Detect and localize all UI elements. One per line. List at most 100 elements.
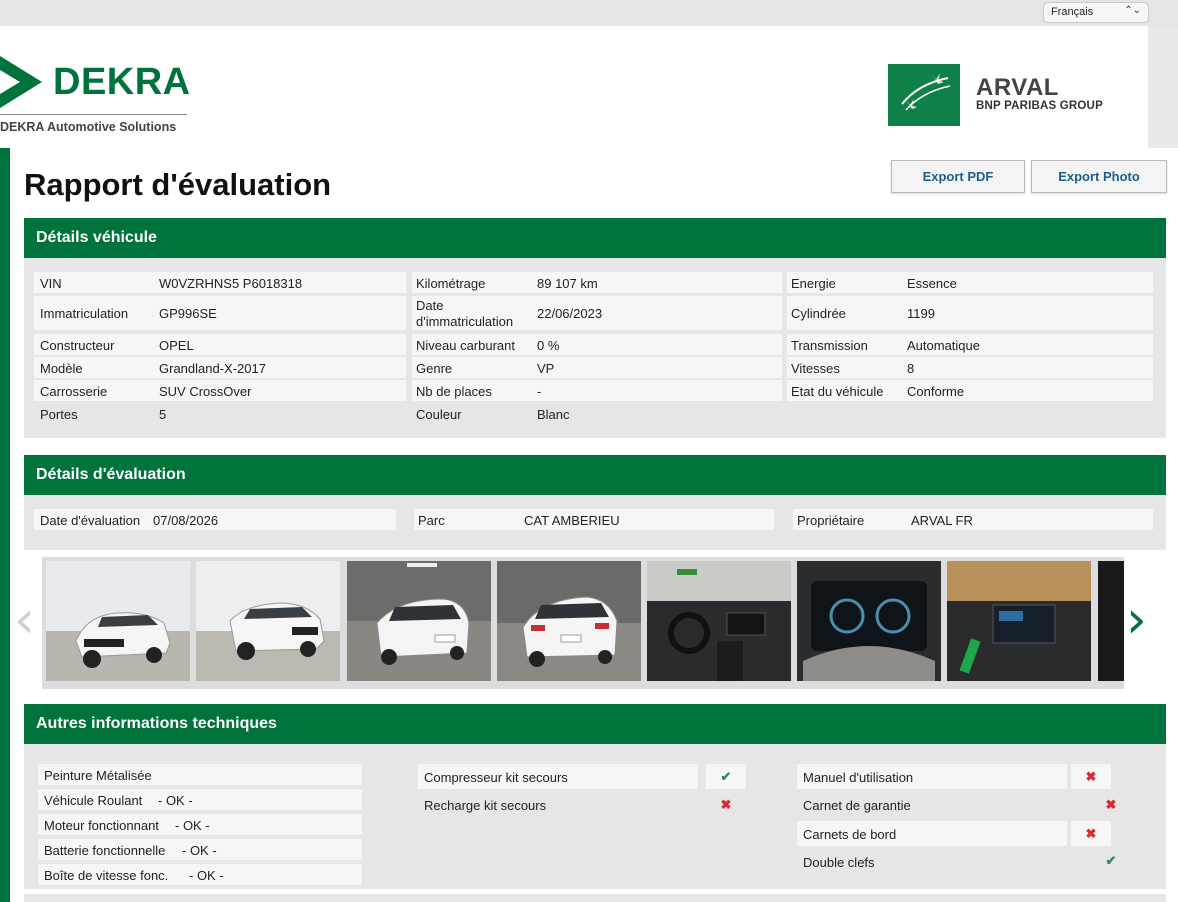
field-label: VIN: [40, 276, 62, 291]
field-label: Genre: [416, 361, 453, 376]
header: DEKRA DEKRA Automotive Solutions ARVAL B…: [0, 26, 1148, 148]
tech-row: Manuel d'utilisation: [797, 764, 1067, 789]
vehicle-photo[interactable]: [497, 561, 641, 681]
language-select[interactable]: Français ⌃⌄: [1043, 2, 1149, 23]
field-value: 89 107 km: [537, 276, 598, 291]
field-value: 0 %: [537, 338, 560, 353]
field-value: OPEL: [159, 338, 194, 353]
vehicle-row: Carrosserie SUV CrossOver: [34, 380, 406, 401]
field-value: Essence: [907, 276, 957, 291]
vehicle-photo[interactable]: [647, 561, 791, 681]
vehicle-row: Transmission Automatique: [787, 334, 1153, 355]
dekra-divider: [0, 114, 187, 115]
tech-label: Recharge kit secours: [424, 798, 547, 813]
vehicle-photo[interactable]: [947, 561, 1091, 681]
tech-label: Batterie fonctionnelle: [44, 843, 166, 858]
export-pdf-button[interactable]: Export PDF: [891, 160, 1025, 193]
field-label: Cylindrée: [791, 306, 846, 321]
tech-row: Boîte de vitesse fonc. - OK -: [38, 864, 362, 885]
tech-row: Véhicule Roulant - OK -: [38, 789, 362, 810]
tech-label: Carnets de bord: [803, 827, 897, 842]
parc-label: Parc: [418, 513, 445, 528]
field-value: 22/06/2023: [537, 306, 603, 321]
field-value: SUV CrossOver: [159, 384, 252, 399]
export-photo-button[interactable]: Export Photo: [1031, 160, 1167, 193]
vehicle-row: Niveau carburant 0 %: [412, 334, 782, 355]
field-label: Couleur: [416, 407, 462, 422]
field-value: GP996SE: [159, 306, 217, 321]
vehicle-photo[interactable]: [46, 561, 190, 681]
select-chevron-icon: ⌃⌄: [1124, 5, 1141, 16]
vehicle-photo[interactable]: [1098, 561, 1124, 681]
field-label: Portes: [40, 407, 78, 422]
dekra-logo-icon: [0, 56, 42, 108]
field-label: Vitesses: [791, 361, 840, 376]
vehicle-photo[interactable]: [347, 561, 491, 681]
field-label: Etat du véhicule: [791, 384, 884, 399]
field-label: Date: [416, 298, 444, 313]
vehicle-row: Modèle Grandland-X-2017: [34, 357, 406, 378]
tech-label: Peinture Métalisée: [44, 768, 152, 783]
field-value: 8: [907, 361, 915, 376]
tech-section-header: Autres informations techniques: [24, 704, 1166, 744]
tech-row: Compresseur kit secours: [418, 764, 698, 789]
field-label: Transmission: [791, 338, 868, 353]
tech-row: Carnets de bord: [797, 821, 1067, 846]
field-label: Nb de places: [416, 384, 492, 399]
vehicle-row: VIN W0VZRHNS5 P6018318: [34, 272, 406, 293]
vehicle-photo[interactable]: [196, 561, 340, 681]
arval-subtitle: BNP PARIBAS GROUP: [976, 100, 1103, 112]
cross-icon: ✖: [1105, 797, 1117, 812]
left-accent-bar: [0, 148, 10, 902]
tech-row: Peinture Métalisée: [38, 764, 362, 785]
check-icon: ✔: [706, 764, 746, 789]
vehicle-photo[interactable]: [797, 561, 941, 681]
field-value: 5: [159, 407, 167, 422]
top-bar: [0, 0, 1178, 26]
field-value: W0VZRHNS5 P6018318: [159, 276, 303, 291]
tech-row: Moteur fonctionnant - OK -: [38, 814, 362, 835]
evaluation-row: Parc CAT AMBERIEU: [414, 509, 774, 530]
vehicle-row: Nb de places -: [412, 380, 782, 401]
dekra-subtitle: DEKRA Automotive Solutions: [0, 120, 177, 134]
parc-value: CAT AMBERIEU: [524, 513, 620, 528]
field-label: d'immatriculation: [416, 314, 514, 329]
field-label: Carrosserie: [40, 384, 108, 399]
header-margin: [1148, 26, 1178, 148]
field-label: Niveau carburant: [416, 338, 515, 353]
evaluation-row: Date d'évaluation 07/08/2026: [34, 509, 396, 530]
chevron-left-icon[interactable]: ‹: [14, 594, 35, 646]
evaluation-section-header: Détails d'évaluation: [24, 455, 1166, 495]
vehicle-row: Genre VP: [412, 357, 782, 378]
photo-gallery: [42, 557, 1124, 689]
evaluation-date-label: Date d'évaluation: [40, 513, 141, 528]
vehicle-row: Etat du véhicule Conforme: [787, 380, 1153, 401]
field-value: -: [537, 384, 542, 399]
tech-label: Double clefs: [803, 855, 875, 870]
field-value: VP: [537, 361, 555, 376]
field-label: Modèle: [40, 361, 83, 376]
field-value: Grandland-X-2017: [159, 361, 266, 376]
tech-row: Batterie fonctionnelle - OK -: [38, 839, 362, 860]
field-value: Blanc: [537, 407, 570, 422]
cross-icon: ✖: [720, 797, 732, 812]
chevron-right-icon[interactable]: ›: [1126, 594, 1147, 646]
evaluation-row: Propriétaire ARVAL FR: [793, 509, 1153, 530]
field-value: Automatique: [907, 338, 980, 353]
tech-label: Manuel d'utilisation: [803, 770, 914, 785]
vehicle-row: Cylindrée 1199: [787, 296, 1153, 330]
tech-label: Véhicule Roulant: [44, 793, 143, 808]
arval-name: ARVAL: [976, 74, 1059, 101]
dekra-name: DEKRA: [53, 61, 191, 103]
vehicle-row: Energie Essence: [787, 272, 1153, 293]
owner-value: ARVAL FR: [911, 513, 973, 528]
vehicle-row: Date d'immatriculation 22/06/2023: [412, 296, 782, 330]
tech-value: - OK -: [158, 793, 193, 808]
tech-label: Boîte de vitesse fonc.: [44, 868, 169, 883]
cross-icon: ✖: [1071, 821, 1111, 846]
page-title: Rapport d'évaluation: [24, 167, 332, 202]
vehicle-row: Constructeur OPEL: [34, 334, 406, 355]
tech-value: - OK -: [175, 818, 210, 833]
field-label: Constructeur: [40, 338, 115, 353]
field-value: Conforme: [907, 384, 965, 399]
